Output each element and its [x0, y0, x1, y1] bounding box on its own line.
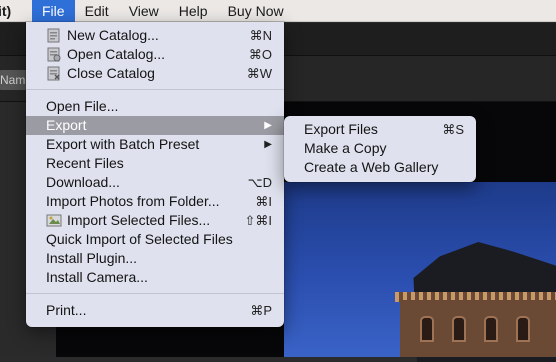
photo-building-facade: [400, 300, 556, 357]
menu-item-label: Recent Files: [46, 155, 124, 171]
menu-item-quick-import[interactable]: Quick Import of Selected Files: [26, 230, 284, 249]
menu-item-print[interactable]: Print... ⌘P: [26, 301, 284, 320]
menu-view[interactable]: View: [119, 0, 169, 22]
import-selected-icon: [46, 213, 62, 228]
menu-item-label: Install Camera...: [46, 269, 148, 285]
submenu-arrow-icon: ▶: [264, 139, 272, 150]
catalog-close-icon: [46, 66, 62, 81]
facade-window: [516, 316, 530, 342]
shortcut: ⌘O: [248, 47, 272, 62]
menu-item-install-plugin[interactable]: Install Plugin...: [26, 249, 284, 268]
menu-buy-now[interactable]: Buy Now: [218, 0, 294, 22]
submenu-arrow-icon: ▶: [264, 120, 272, 131]
menu-item-make-a-copy[interactable]: Make a Copy: [284, 139, 476, 158]
menu-item-open-catalog[interactable]: Open Catalog... ⌘O: [26, 45, 284, 64]
menu-item-label: Install Plugin...: [46, 250, 138, 266]
shortcut: ⌘W: [246, 66, 272, 81]
menu-item-install-camera[interactable]: Install Camera...: [26, 268, 284, 287]
shortcut: ⌘S: [442, 122, 464, 137]
menu-item-new-catalog[interactable]: New Catalog... ⌘N: [26, 26, 284, 45]
menu-item-recent-files[interactable]: Recent Files: [26, 154, 284, 173]
menu-item-label: Quick Import of Selected Files: [46, 231, 233, 247]
menu-separator: [26, 293, 284, 294]
menu-item-label: Create a Web Gallery: [304, 159, 439, 175]
menu-item-label: Open Catalog...: [67, 46, 166, 62]
menu-item-import-selected-files[interactable]: Import Selected Files... ⇧⌘I: [26, 211, 284, 230]
menu-item-label: Print...: [46, 302, 87, 318]
file-menu: New Catalog... ⌘N Open Catalog... ⌘O Clo…: [26, 22, 284, 327]
menu-item-label: Export with Batch Preset: [46, 136, 200, 152]
shortcut: ⇧⌘I: [244, 213, 272, 228]
menu-item-label: Make a Copy: [304, 140, 387, 156]
menu-item-import-photos-folder[interactable]: Import Photos from Folder... ⌘I: [26, 192, 284, 211]
shortcut: ⌘P: [250, 303, 272, 318]
menu-item-label: Close Catalog: [67, 65, 155, 81]
menu-item-export-files[interactable]: Export Files ⌘S: [284, 120, 476, 139]
facade-window: [420, 316, 434, 342]
menu-help[interactable]: Help: [169, 0, 218, 22]
export-submenu: Export Files ⌘S Make a Copy Create a Web…: [284, 116, 476, 182]
menu-edit[interactable]: Edit: [75, 0, 119, 22]
menu-app-name[interactable]: it): [0, 0, 32, 22]
menu-item-label: Export Files: [304, 121, 378, 137]
menu-item-label: Download...: [46, 174, 120, 190]
menu-item-label: New Catalog...: [67, 27, 159, 43]
menu-item-label: Open File...: [46, 98, 119, 114]
menu-item-create-web-gallery[interactable]: Create a Web Gallery: [284, 158, 476, 177]
catalog-new-icon: [46, 28, 62, 43]
menu-separator: [26, 89, 284, 90]
menu-item-label: Import Photos from Folder...: [46, 193, 220, 209]
menu-item-download[interactable]: Download... ⌥D: [26, 173, 284, 192]
shortcut: ⌘N: [249, 28, 272, 43]
menu-item-label: Export: [46, 117, 87, 133]
menu-item-export[interactable]: Export ▶: [26, 116, 284, 135]
shortcut: ⌘I: [255, 194, 272, 209]
catalog-open-icon: [46, 47, 62, 62]
shortcut: ⌥D: [247, 175, 272, 190]
menu-file[interactable]: File: [32, 0, 75, 22]
menu-bar: it) File Edit View Help Buy Now: [0, 0, 556, 22]
menu-item-export-batch-preset[interactable]: Export with Batch Preset ▶: [26, 135, 284, 154]
menu-item-open-file[interactable]: Open File...: [26, 97, 284, 116]
menu-item-label: Import Selected Files...: [67, 212, 211, 228]
facade-window: [484, 316, 498, 342]
facade-window: [452, 316, 466, 342]
menu-item-close-catalog[interactable]: Close Catalog ⌘W: [26, 64, 284, 83]
